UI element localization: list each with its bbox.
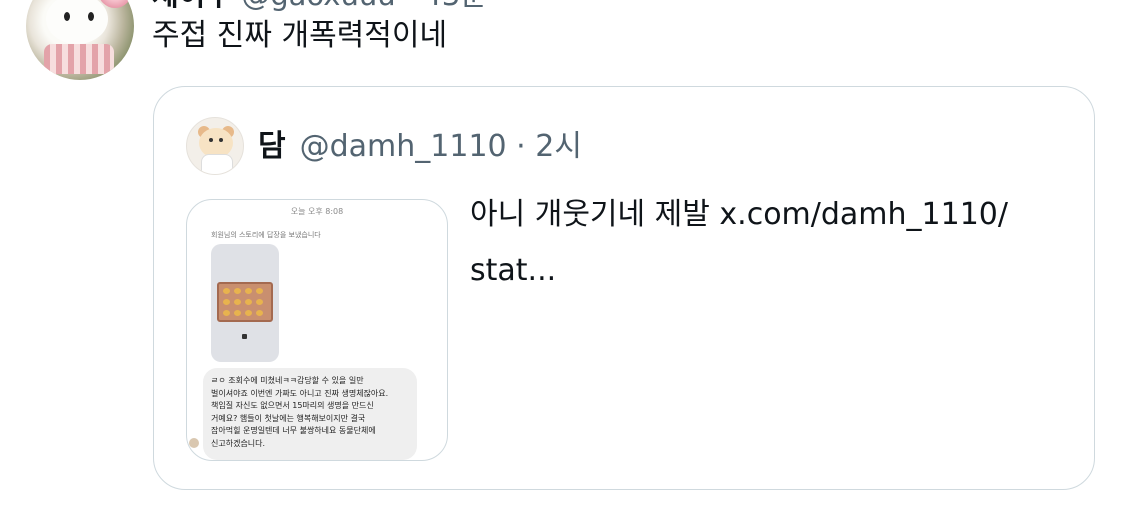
dm-message-bubble: ㄹㅇ 조회수에 미쳤네ㅋㅋ감당할 수 있을 일만 벌이셔야죠 이번엔 가짜도 아… — [203, 368, 417, 460]
story-preview-image — [211, 244, 279, 362]
tweet-view: 세이무 @gaoxuuu · 43분 주접 진짜 개폭력적이네 담 @damh_1… — [0, 0, 1125, 515]
baking-tray — [217, 282, 273, 322]
dm-message-line: 거예요? 햄들이 첫날에는 행복해보이지만 결국 — [211, 413, 366, 423]
tweet-author-name[interactable]: 세이무 — [152, 0, 232, 12]
hamster-eye — [219, 138, 223, 142]
quote-tweet-card[interactable]: 담 @damh_1110 · 2시 오늘 오후 8:08 회원님의 스토리에 답장… — [153, 86, 1095, 490]
quote-media-thumbnail[interactable]: 오늘 오후 8:08 회원님의 스토리에 답장을 보냈습니다 ㄹㅇ 조회수에 미… — [186, 199, 448, 461]
avatar-face — [46, 0, 108, 44]
avatar-eye — [64, 12, 70, 21]
quote-text-line: stat... — [470, 253, 557, 288]
dm-message-line: 잡아먹힐 운명일텐데 너무 불쌍하네요 동물단체에 — [211, 426, 376, 435]
dm-message-line: 책임질 자신도 없으면서 15마리의 생명을 만드신 — [211, 401, 374, 410]
quote-author-handle[interactable]: @damh_1110 — [300, 129, 507, 164]
dm-timestamp: 오늘 오후 8:08 — [290, 207, 344, 216]
dm-message-line: 벌이셔야죠 이번엔 가짜도 아니고 진짜 생명체잖아요. — [211, 388, 389, 398]
dm-story-reply-note: 회원님의 스토리에 답장을 보냈습니다 — [211, 231, 321, 239]
quote-header: 담 @damh_1110 · 2시 — [258, 127, 582, 167]
dm-message-line: 신고하겠습니다. — [211, 438, 266, 448]
dm-sender-avatar — [189, 438, 199, 448]
hamster-avatar-icon[interactable] — [186, 117, 244, 175]
quote-time[interactable]: · 2시 — [516, 129, 582, 164]
quote-author-name[interactable]: 담 — [258, 129, 286, 164]
story-indicator — [242, 334, 247, 339]
tweet-text: 주접 진짜 개폭력적이네 — [152, 18, 448, 53]
hello-kitty-avatar-icon[interactable] — [26, 0, 134, 80]
avatar-dress — [44, 44, 114, 74]
dm-message-line: ㄹㅇ 조회수에 미쳤네ㅋㅋ감당할 수 있을 일만 — [211, 376, 364, 385]
quote-text-line: 아니 개웃기네 제발 x.com/damh_1110/ — [470, 197, 1008, 232]
avatar-eye — [88, 12, 94, 21]
tweet-time[interactable]: · 43분 — [405, 0, 487, 12]
quote-text: 아니 개웃기네 제발 x.com/damh_1110/ stat... — [470, 187, 1070, 299]
tweet-author-handle[interactable]: @gaoxuuu — [241, 0, 395, 12]
tweet-header: 세이무 @gaoxuuu · 43분 — [152, 0, 487, 10]
hamster-eye — [209, 138, 213, 142]
hamster-clothes — [201, 154, 233, 174]
